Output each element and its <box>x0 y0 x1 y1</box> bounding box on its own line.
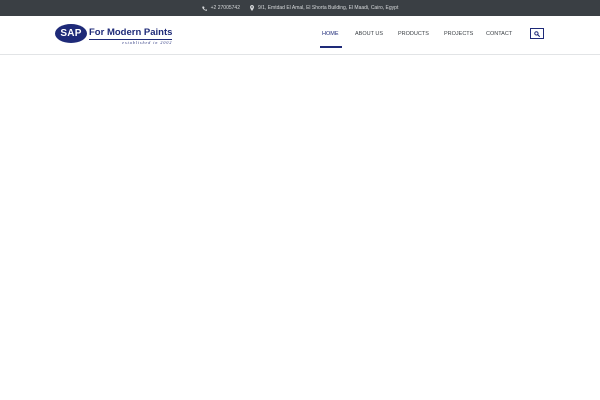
address-info: 9/1, Emtdad El Amal, El Shorta Building,… <box>249 5 399 11</box>
search-icon <box>534 30 540 37</box>
phone-number: +2 27005742 <box>210 5 240 11</box>
phone-icon <box>201 6 207 11</box>
nav-item-contact[interactable]: CONTACT <box>486 31 512 37</box>
main-content-area <box>0 55 600 400</box>
nav-item-about-us[interactable]: ABOUT US <box>355 31 383 37</box>
phone-info[interactable]: +2 27005742 <box>201 5 240 11</box>
nav-item-products[interactable]: PRODUCTS <box>398 31 429 37</box>
top-info-bar: +2 27005742 9/1, Emtdad El Amal, El Shor… <box>0 0 600 16</box>
nav-item-projects[interactable]: PROJECTS <box>444 31 473 37</box>
site-header: SAP For Modern Paints established in 200… <box>0 16 600 55</box>
address-text: 9/1, Emtdad El Amal, El Shorta Building,… <box>257 5 399 11</box>
main-nav: HOME ABOUT US PRODUCTS PROJECTS CONTACT <box>0 16 600 54</box>
search-button[interactable] <box>530 28 544 39</box>
map-pin-icon <box>249 5 254 11</box>
nav-active-indicator <box>320 46 342 48</box>
nav-item-home[interactable]: HOME <box>322 31 339 37</box>
